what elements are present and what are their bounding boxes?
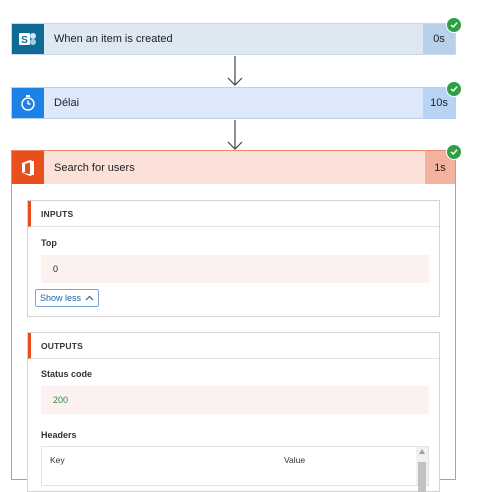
param-value-text: 0 <box>53 264 59 274</box>
office-icon <box>12 151 44 184</box>
headers-table: Key Value <box>41 446 429 492</box>
check-icon <box>446 81 462 97</box>
outputs-header: OUTPUTS <box>28 333 439 359</box>
svg-text:S: S <box>21 35 28 46</box>
arrow-down-icon <box>227 56 243 86</box>
step-search-for-users: Search for users 1s INPUTS Top 0 Show le… <box>11 144 462 492</box>
step-delay[interactable]: Délai 10s <box>11 81 462 119</box>
step-header[interactable]: Search for users 1s <box>12 151 455 184</box>
scroll-up-icon[interactable] <box>419 449 425 454</box>
status-code-value: 200 <box>41 386 429 414</box>
inputs-header: INPUTS <box>28 201 439 227</box>
check-icon <box>446 17 462 33</box>
arrow-down-icon <box>227 120 243 150</box>
chevron-up-icon <box>85 295 94 301</box>
step-title: Délai <box>54 97 80 109</box>
status-code-label: Status code <box>41 369 93 379</box>
table-scrollbar[interactable] <box>416 447 428 492</box>
headers-label: Headers <box>41 430 77 440</box>
step-when-item-created[interactable]: S When an item is created 0s <box>11 17 462 55</box>
sharepoint-icon: S <box>12 24 44 54</box>
param-value-top: 0 <box>41 255 429 283</box>
step-title: Search for users <box>54 161 135 174</box>
param-label-top: Top <box>41 238 57 248</box>
outputs-panel: OUTPUTS Status code 200 Headers Key Valu… <box>27 332 440 492</box>
inputs-panel: INPUTS Top 0 Show less <box>27 200 440 317</box>
show-less-button[interactable]: Show less <box>35 289 100 307</box>
column-header-key: Key <box>50 455 65 465</box>
column-header-value: Value <box>284 455 306 465</box>
show-less-label: Show less <box>40 293 82 303</box>
check-icon <box>446 144 462 160</box>
timer-icon <box>12 88 44 118</box>
step-title: When an item is created <box>54 33 173 45</box>
status-code-text: 200 <box>53 395 69 405</box>
scrollbar-thumb[interactable] <box>418 462 426 492</box>
